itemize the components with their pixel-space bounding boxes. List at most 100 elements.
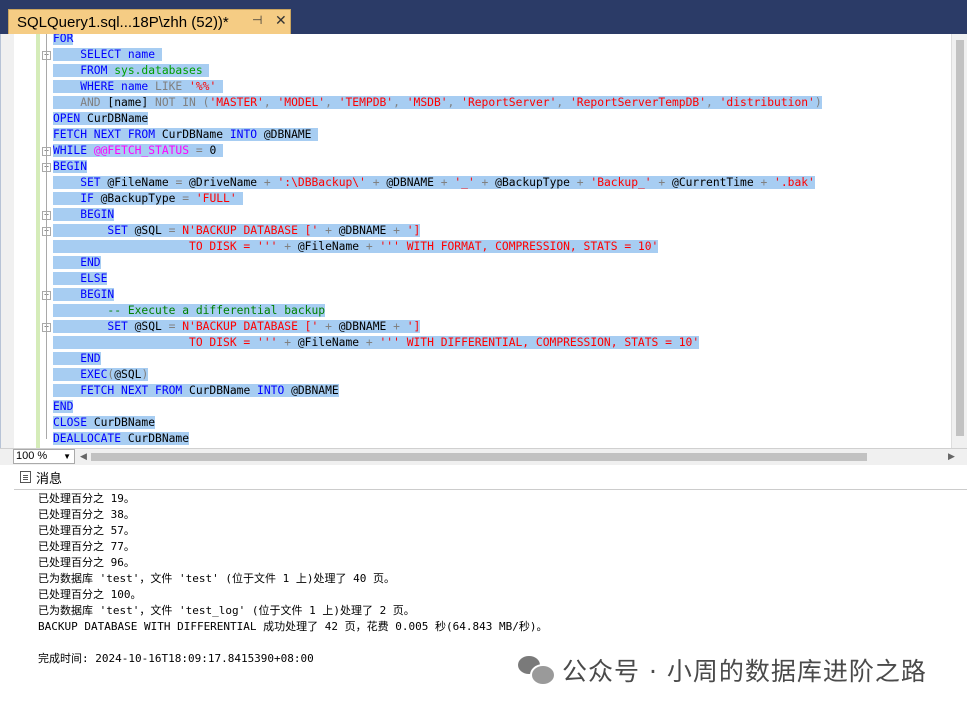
message-line: 完成时间: 2024-10-16T18:09:17.8415390+08:00	[38, 652, 314, 665]
selected-text: SET @SQL = N'BACKUP DATABASE [' + @DBNAM…	[53, 320, 421, 333]
code-token: @BackupType	[100, 192, 183, 205]
code-token: +	[318, 320, 339, 333]
code-token: ,	[447, 96, 462, 109]
code-token: @CurrentTime	[672, 176, 761, 189]
code-line[interactable]: AND [name] NOT IN ('MASTER', 'MODEL', 'T…	[53, 95, 822, 111]
code-token: +	[760, 176, 775, 189]
code-line[interactable]: SET @SQL = N'BACKUP DATABASE [' + @DBNAM…	[53, 319, 421, 335]
code-line[interactable]: SELECT name	[53, 47, 162, 63]
code-line[interactable]: BEGIN	[53, 159, 88, 175]
scroll-right-icon[interactable]: ▶	[948, 451, 955, 462]
code-line[interactable]: BEGIN	[53, 287, 115, 303]
code-line[interactable]: FROM sys.databases	[53, 63, 210, 79]
code-token: CurDBName	[93, 416, 156, 429]
message-line: 已处理百分之 57。	[38, 524, 135, 537]
code-line[interactable]: TO DISK = ''' + @FileName + ''' WITH DIF…	[53, 335, 700, 351]
selected-text: IF @BackupType = 'FULL'	[53, 192, 244, 205]
code-token: +	[474, 176, 496, 189]
code-token: AND	[53, 96, 108, 109]
code-token: name	[121, 80, 156, 93]
selected-text: END	[53, 256, 101, 269]
code-token: @DBNAME	[263, 128, 319, 141]
code-line[interactable]: TO DISK = ''' + @FileName + ''' WITH FOR…	[53, 239, 659, 255]
selected-text: OPEN CurDBName	[53, 112, 149, 125]
code-line[interactable]: FETCH NEXT FROM CurDBName INTO @DBNAME	[53, 383, 339, 399]
zoom-value: 100 %	[16, 450, 48, 462]
code-token: 'distribution'	[719, 96, 815, 109]
code-token: N'BACKUP DATABASE ['	[182, 320, 319, 333]
code-token: CurDBName	[127, 432, 190, 445]
code-token: 'TEMPDB'	[338, 96, 394, 109]
code-token: SET	[53, 176, 108, 189]
code-token: -- Execute a differential backup	[53, 304, 326, 317]
code-line[interactable]: SET @SQL = N'BACKUP DATABASE [' + @DBNAM…	[53, 223, 421, 239]
pin-icon[interactable]: ⊣	[252, 13, 262, 27]
editor-status-strip: 100 % ▼ ◀ ▶	[0, 448, 967, 465]
code-token: sys.databases	[114, 64, 203, 77]
horizontal-scroll-thumb[interactable]	[91, 453, 867, 461]
code-line[interactable]: FOR	[53, 34, 74, 47]
code-token: +	[277, 240, 298, 253]
tab-sqlquery1[interactable]: SQLQuery1.sql...18P\zhh (52))* ⊣ ✕	[8, 9, 291, 34]
code-token: 'FULL'	[195, 192, 237, 205]
code-token: '.bak'	[774, 176, 815, 189]
code-token: FROM	[53, 64, 115, 77]
code-line[interactable]: EXEC(@SQL)	[53, 367, 149, 383]
code-line[interactable]: ELSE	[53, 271, 108, 287]
code-line[interactable]: WHILE @@FETCH_STATUS = 0	[53, 143, 224, 159]
code-token: DEALLOCATE	[53, 432, 128, 445]
code-token: CLOSE	[53, 416, 94, 429]
code-token: IF	[53, 192, 101, 205]
code-token: '%%'	[189, 80, 217, 93]
code-token: WHERE	[53, 80, 122, 93]
zoom-select[interactable]: 100 % ▼	[13, 449, 75, 464]
vertical-scroll-thumb[interactable]	[956, 40, 964, 436]
code-line[interactable]: CLOSE CurDBName	[53, 415, 156, 431]
code-token: )	[814, 96, 822, 109]
selected-text: EXEC(@SQL)	[53, 368, 149, 381]
tab-messages[interactable]: 消息	[20, 467, 62, 487]
code-token: TO DISK = '''	[53, 336, 278, 349]
query-editor[interactable]: FOR SELECT name − FROM sys.databases WHE…	[0, 34, 967, 448]
code-line[interactable]: END	[53, 255, 101, 271]
code-token: SELECT	[53, 48, 128, 61]
selected-text: SET @SQL = N'BACKUP DATABASE [' + @DBNAM…	[53, 224, 421, 237]
code-token: name	[127, 48, 156, 61]
code-token: @DBNAME	[386, 176, 441, 189]
code-line[interactable]: IF @BackupType = 'FULL'	[53, 191, 244, 207]
code-line[interactable]: BEGIN	[53, 207, 115, 223]
code-line[interactable]: DEALLOCATE CurDBName	[53, 431, 190, 447]
code-token: +	[440, 176, 455, 189]
code-line[interactable]: WHERE name LIKE '%%'	[53, 79, 224, 95]
code-token: CurDBName	[189, 384, 258, 397]
message-line: 已处理百分之 77。	[38, 540, 135, 553]
code-line[interactable]: -- Execute a differential backup	[53, 303, 326, 319]
code-token: =	[175, 176, 190, 189]
code-token: +	[365, 176, 387, 189]
code-token: ,	[263, 96, 278, 109]
code-token: BEGIN	[53, 160, 88, 173]
close-icon[interactable]: ✕	[275, 12, 287, 29]
message-line: 已处理百分之 38。	[38, 508, 135, 521]
vertical-scrollbar[interactable]	[951, 34, 967, 448]
code-token: FETCH NEXT FROM	[53, 384, 190, 397]
code-line[interactable]: SET @FileName = @DriveName + ':\DBBackup…	[53, 175, 815, 191]
code-token: NOT IN	[155, 96, 203, 109]
code-token: ':\DBBackup\'	[277, 176, 366, 189]
message-line: BACKUP DATABASE WITH DIFFERENTIAL 成功处理了 …	[38, 620, 548, 633]
selected-text: BEGIN	[53, 288, 115, 301]
scroll-left-icon[interactable]: ◀	[80, 451, 87, 462]
messages-icon	[20, 471, 31, 483]
wechat-logo-icon	[518, 656, 556, 686]
selected-text: END	[53, 352, 101, 365]
code-line[interactable]: END	[53, 399, 74, 415]
code-token: 0	[209, 144, 224, 157]
code-token: @FileName	[297, 336, 366, 349]
code-line[interactable]: END	[53, 351, 101, 367]
code-line[interactable]: OPEN CurDBName	[53, 111, 149, 127]
code-token: [name]	[107, 96, 156, 109]
code-line[interactable]: FETCH NEXT FROM CurDBName INTO @DBNAME	[53, 127, 319, 143]
